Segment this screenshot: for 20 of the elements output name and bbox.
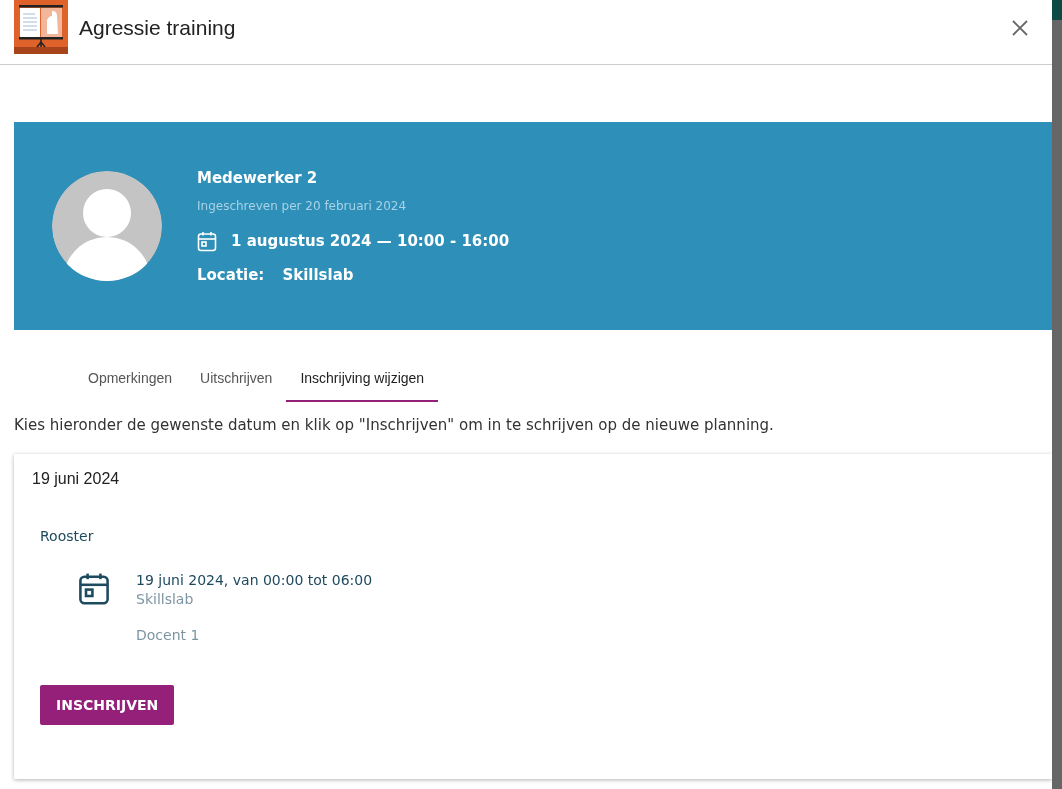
dialog-title: Agressie training <box>79 15 236 41</box>
option-date: 19 juni 2024 <box>32 470 120 488</box>
tab[interactable]: Inschrijving wijzigen <box>286 358 439 402</box>
calendar-icon <box>197 230 217 252</box>
schedule-time: 19 juni 2024, van 00:00 tot 06:00 <box>136 572 373 588</box>
schedule-teacher: Docent 1 <box>136 627 201 643</box>
schedule-location: Skillslab <box>136 591 195 607</box>
session-date: 1 augustus 2024 — 10:00 - 16:00 <box>231 232 510 250</box>
registration-date: Ingeschreven per 20 februari 2024 <box>197 198 408 213</box>
tab[interactable]: Opmerkingen <box>74 358 187 402</box>
location-label: Locatie: <box>197 265 265 284</box>
location-value: Skillslab <box>282 265 354 284</box>
tab[interactable]: Uitschrijven <box>186 358 287 402</box>
employee-name: Medewerker 2 <box>197 168 319 187</box>
close-icon <box>1012 20 1028 36</box>
instruction-text: Kies hieronder de gewenste datum en klik op "Inschrijven" om in te schrijven op de nieuwe planning. <box>14 416 775 434</box>
avatar-icon <box>52 171 162 281</box>
section-heading: Rooster <box>40 528 94 544</box>
calendar-icon <box>78 572 110 606</box>
register-button[interactable]: INSCHRIJVEN <box>40 685 175 725</box>
